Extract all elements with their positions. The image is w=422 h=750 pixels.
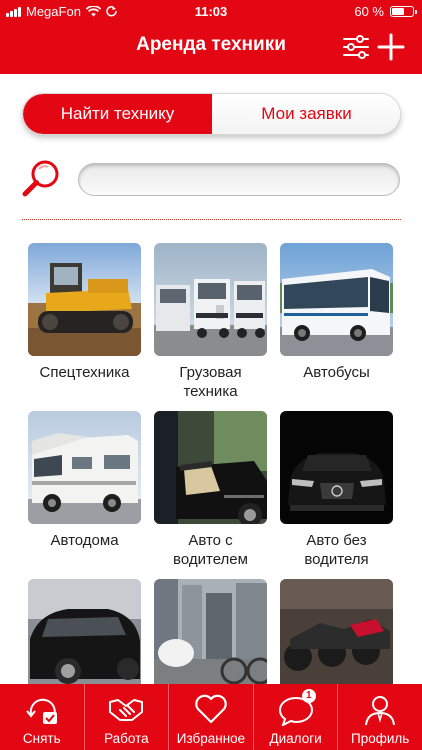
- tab-label: Снять: [22, 731, 61, 746]
- handshake-icon: [109, 699, 144, 721]
- battery-icon: [390, 6, 417, 17]
- category-label: Автодома: [50, 532, 119, 549]
- status-bar: MegaFon 11:03 60 %: [0, 0, 422, 24]
- heart-icon: [195, 694, 227, 724]
- category-label: Спецтехника: [39, 364, 130, 381]
- user-icon: [365, 696, 396, 726]
- search-input[interactable]: [78, 163, 400, 196]
- tab-favorites[interactable]: Избранное: [169, 684, 254, 750]
- category-image: [154, 411, 267, 524]
- bottom-tab-bar: Снять Работа Избранное 1 Диалоги Профиль: [0, 684, 422, 750]
- status-right: 60 %: [354, 4, 417, 19]
- tab-work[interactable]: Работа: [85, 684, 170, 750]
- divider: [22, 219, 401, 220]
- tab-dialogs[interactable]: 1 Диалоги: [254, 684, 339, 750]
- category-car-with-driver[interactable]: Авто с водителем: [154, 411, 267, 569]
- tab-rent[interactable]: Снять: [0, 684, 85, 750]
- category-trucks[interactable]: Грузовая техника: [154, 243, 267, 401]
- category-image: [28, 411, 141, 524]
- category-image: [154, 243, 267, 356]
- category-motorhomes[interactable]: Автодома: [28, 411, 141, 550]
- tab-find-equipment[interactable]: Найти технику: [23, 94, 212, 134]
- search-icon[interactable]: [20, 157, 62, 199]
- tab-my-requests[interactable]: Мои заявки: [212, 94, 400, 134]
- tab-label: Профиль: [351, 731, 410, 746]
- category-buses[interactable]: Автобусы: [280, 243, 393, 382]
- tab-label: Работа: [104, 731, 149, 746]
- unread-badge: 1: [301, 689, 316, 703]
- category-image: [154, 579, 267, 692]
- category-tile[interactable]: [280, 579, 393, 699]
- tab-label: Избранное: [176, 731, 246, 746]
- filter-icon[interactable]: [342, 33, 370, 61]
- category-label: Автобусы: [303, 364, 370, 381]
- category-label: Авто с водителем: [173, 532, 248, 568]
- tab-profile[interactable]: Профиль: [338, 684, 422, 750]
- category-image: [280, 243, 393, 356]
- category-tile[interactable]: [28, 579, 141, 699]
- category-label: Авто без водителя: [304, 532, 369, 568]
- add-icon[interactable]: [377, 33, 405, 61]
- camera-check-icon: [26, 698, 57, 724]
- category-image: [28, 243, 141, 356]
- category-tile[interactable]: [154, 579, 267, 699]
- tab-label: Диалоги: [269, 731, 322, 746]
- category-label: Грузовая техника: [179, 364, 242, 400]
- category-image: [280, 579, 393, 692]
- category-image: [28, 579, 141, 692]
- category-special-equipment[interactable]: Спецтехника: [28, 243, 141, 382]
- category-image: [280, 411, 393, 524]
- segmented-control: Найти технику Мои заявки: [22, 93, 401, 135]
- app-header: MegaFon 11:03 60 % Аренда техники: [0, 0, 422, 74]
- battery-percent: 60 %: [354, 4, 384, 19]
- category-car-without-driver[interactable]: Авто без водителя: [280, 411, 393, 569]
